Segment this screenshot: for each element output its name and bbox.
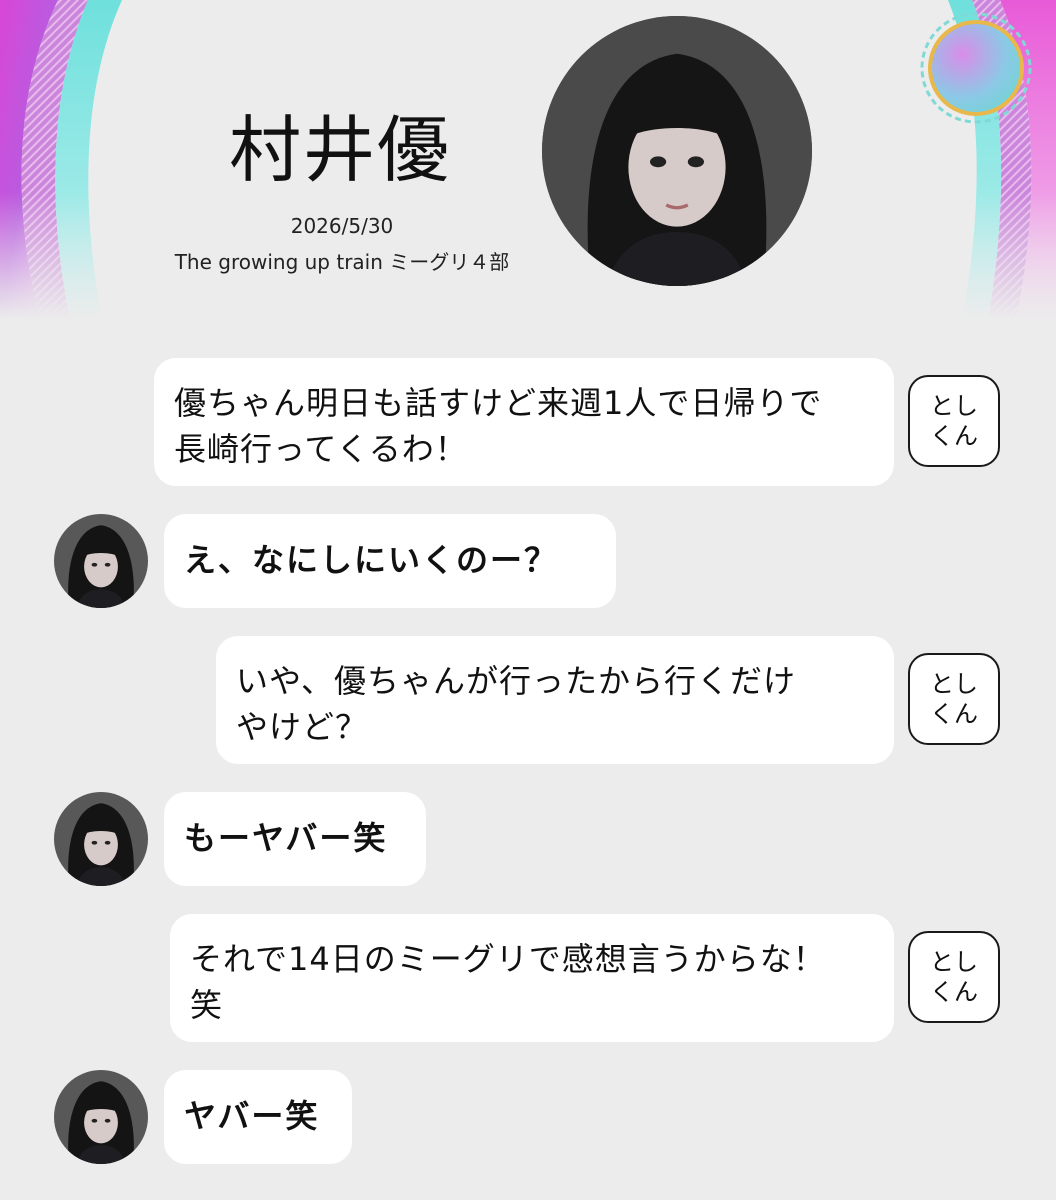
idol-avatar-icon — [54, 1070, 148, 1164]
idol-message-bubble: もーヤバー笑 — [164, 792, 426, 886]
profile-header: 村井優 2026/5/30 The growing up train ミーグリ４… — [0, 0, 1056, 320]
avatar — [54, 792, 148, 886]
sender-tag: とし くん — [908, 931, 1000, 1023]
event-name: The growing up train ミーグリ４部 — [174, 250, 510, 274]
sender-tag: とし くん — [908, 375, 1000, 467]
fan-message-bubble: 優ちゃん明日も話すけど来週1人で日帰りで 長崎行ってくるわ！ — [154, 358, 894, 486]
fan-message-bubble: いや、優ちゃんが行ったから行くだけ やけど？ — [216, 636, 894, 764]
idol-portrait-icon — [542, 16, 812, 286]
profile-photo — [542, 16, 812, 286]
message-text: え、なにしにいくのー？ — [184, 541, 559, 579]
message-text: それで14日のミーグリで感想言うからな！ 笑 — [190, 940, 826, 1024]
artist-name: 村井優 — [228, 108, 451, 192]
message-text: もーヤバー笑 — [184, 819, 388, 857]
fan-message-bubble: それで14日のミーグリで感想言うからな！ 笑 — [170, 914, 894, 1042]
message-text: 優ちゃん明日も話すけど来週1人で日帰りで 長崎行ってくるわ！ — [174, 384, 823, 468]
event-date: 2026/5/30 — [290, 214, 394, 238]
avatar — [54, 1070, 148, 1164]
idol-message-bubble: ヤバー笑 — [164, 1070, 352, 1164]
sender-tag: とし くん — [908, 653, 1000, 745]
avatar — [54, 514, 148, 608]
message-text: いや、優ちゃんが行ったから行くだけ やけど？ — [236, 662, 797, 746]
decorative-arcs — [0, 0, 1056, 320]
idol-avatar-icon — [54, 792, 148, 886]
idol-message-bubble: え、なにしにいくのー？ — [164, 514, 616, 608]
message-text: ヤバー笑 — [184, 1097, 320, 1135]
idol-avatar-icon — [54, 514, 148, 608]
badge-icon — [920, 12, 1032, 124]
